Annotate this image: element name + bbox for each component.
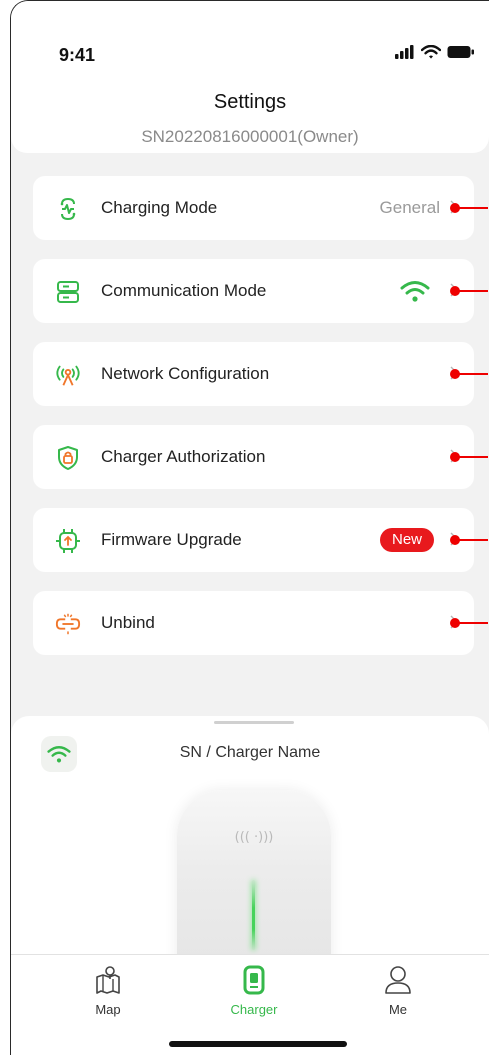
battery-icon — [447, 46, 474, 58]
tab-charger[interactable]: Charger — [209, 965, 299, 1017]
charging-mode-value: General — [379, 198, 440, 217]
tab-bar: Map Charger Me — [11, 954, 489, 1055]
annotation-pointer — [450, 369, 488, 379]
menu-item-communication-mode[interactable]: Communication Mode — [33, 259, 488, 323]
menu-item-label: Firmware Upgrade — [101, 530, 242, 549]
tab-label: Charger — [230, 1002, 278, 1017]
status-time: 9:41 — [59, 45, 96, 65]
nfc-icon: ((( ·))) — [234, 830, 274, 845]
person-icon — [385, 966, 411, 994]
tab-me[interactable]: Me — [353, 965, 443, 1017]
unlink-icon — [55, 611, 81, 637]
annotation-pointer — [450, 535, 488, 545]
shield-lock-icon — [55, 445, 81, 471]
cellular-signal-icon — [395, 45, 414, 59]
charger-led-strip — [252, 880, 255, 950]
menu-item-firmware-upgrade[interactable]: Firmware Upgrade New — [33, 508, 488, 572]
menu-item-label: Network Configuration — [101, 364, 270, 383]
menu-item-label: Communication Mode — [101, 281, 267, 300]
wifi-icon — [400, 281, 430, 302]
menu-item-network-configuration[interactable]: Network Configuration — [33, 342, 488, 406]
status-icons — [395, 45, 475, 59]
menu-item-unbind[interactable]: Unbind — [33, 591, 488, 655]
charging-mode-icon — [55, 196, 81, 222]
menu-item-label: Charging Mode — [101, 198, 218, 217]
menu-item-label: Charger Authorization — [101, 447, 266, 466]
charger-icon — [243, 965, 265, 995]
home-indicator[interactable] — [169, 1041, 347, 1047]
tab-map[interactable]: Map — [63, 965, 153, 1017]
network-antenna-icon — [55, 362, 81, 388]
firmware-chip-icon — [55, 528, 81, 554]
annotation-pointer — [450, 203, 488, 213]
page-subtitle: SN20220816000001(Owner) — [141, 127, 359, 146]
menu-item-charging-mode[interactable]: Charging Mode General — [33, 176, 488, 240]
tab-label: Map — [95, 1002, 121, 1017]
communication-mode-icon — [55, 279, 81, 305]
annotation-pointer — [450, 618, 488, 628]
sheet-grabber[interactable] — [214, 721, 294, 724]
phone-screen: 9:41 Settings SN20220816000001(Owner) Ch… — [10, 0, 489, 1055]
new-badge: New — [379, 528, 434, 552]
header: 9:41 Settings SN20220816000001(Owner) — [11, 1, 489, 153]
menu-item-label: Unbind — [101, 613, 155, 632]
menu-item-charger-authorization[interactable]: Charger Authorization — [33, 425, 488, 489]
charger-name: SN / Charger Name — [179, 744, 321, 761]
annotation-pointer — [450, 286, 488, 296]
map-icon — [96, 966, 120, 994]
tab-label: Me — [388, 1002, 408, 1017]
page-title: Settings — [213, 91, 287, 113]
annotation-pointer — [450, 452, 488, 462]
wifi-status-icon — [421, 45, 441, 59]
